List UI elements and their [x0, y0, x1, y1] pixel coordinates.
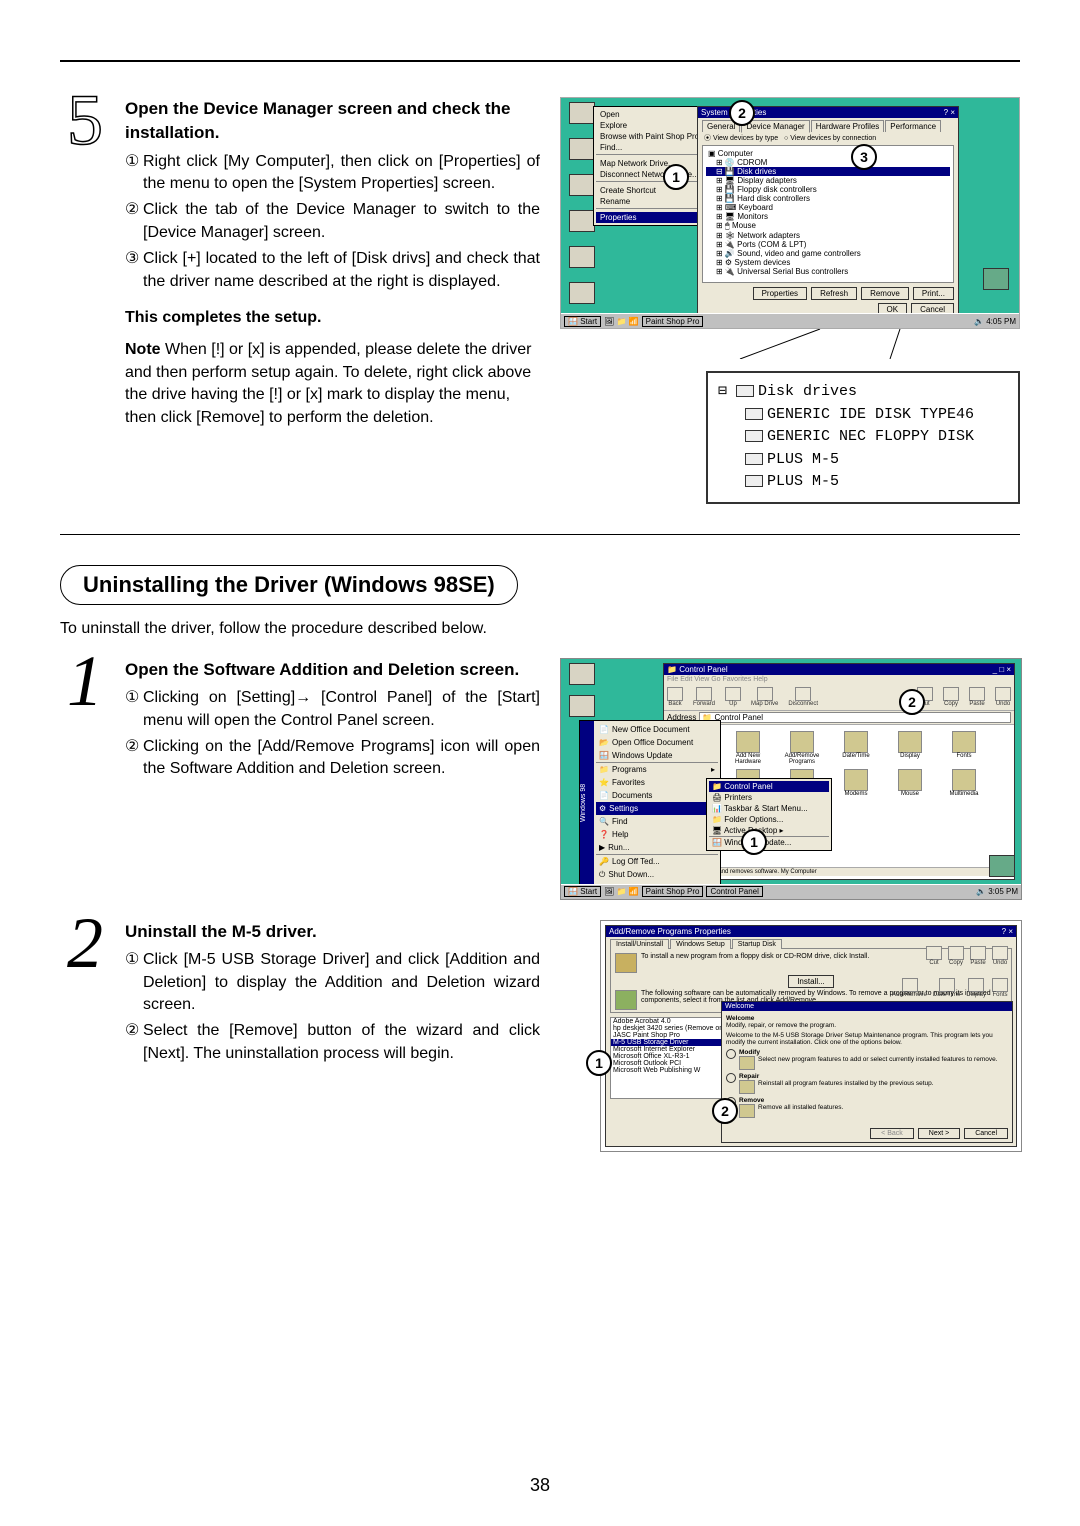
ctx-shortcut[interactable]: Create Shortcut: [596, 185, 703, 196]
badge-cp1: 1: [741, 829, 767, 855]
radio-repair[interactable]: [726, 1073, 736, 1083]
badge-3: 3: [851, 144, 877, 170]
badge-arp1: 1: [586, 1050, 612, 1076]
ctx-rename[interactable]: Rename: [596, 196, 703, 207]
u2-title: Uninstall the M-5 driver.: [125, 920, 540, 944]
btn-refresh[interactable]: Refresh: [811, 287, 857, 300]
step5-section: 5 Open the Device Manager screen and che…: [60, 97, 1020, 504]
close-icon[interactable]: ? ×: [944, 108, 955, 117]
step5-sub3: Click [+] located to the left of [Disk d…: [143, 248, 540, 293]
context-menu[interactable]: Open Explore Browse with Paint Shop Pro …: [593, 106, 706, 226]
ctx-properties[interactable]: Properties: [596, 212, 703, 223]
u2-sub2: Select the [Remove] button of the wizard…: [143, 1020, 540, 1065]
circ-2b: ②: [125, 736, 143, 781]
start-button[interactable]: 🪟 Start: [564, 316, 601, 327]
circ-1b: ①: [125, 687, 143, 732]
btn-remove[interactable]: Remove: [861, 287, 909, 300]
radio-modify[interactable]: [726, 1049, 736, 1059]
address-field[interactable]: 📁 Control Panel: [699, 712, 1011, 723]
tab-startup[interactable]: Startup Disk: [732, 939, 782, 949]
clock-2: 🔊 3:05 PM: [976, 887, 1018, 896]
taskbar-app[interactable]: Paint Shop Pro: [642, 316, 704, 327]
radio-view-type[interactable]: View devices by type: [713, 135, 778, 142]
ctx-explore[interactable]: Explore: [596, 120, 703, 131]
settings-submenu[interactable]: 📁 Control Panel 🖨 Printers 📊 Taskbar & S…: [706, 778, 832, 851]
u1-sub2: Clicking on the [Add/Remove Programs] ic…: [143, 736, 540, 781]
tab-device-manager[interactable]: Device Manager: [741, 120, 809, 133]
screenshot-add-remove: Add/Remove Programs Properties? × Instal…: [600, 920, 1022, 1152]
wizard-back-button: < Back: [870, 1128, 914, 1139]
u2-number: 2: [60, 915, 110, 1065]
ctx-browse[interactable]: Browse with Paint Shop Pro: [596, 131, 703, 142]
btn-properties[interactable]: Properties: [753, 287, 807, 300]
cp-menubar[interactable]: File Edit View Go Favorites Help: [664, 675, 1014, 684]
step5-sub1: Right click [My Computer], then click on…: [143, 151, 540, 196]
close-icon[interactable]: _ □ ×: [993, 665, 1011, 674]
wizard-next-button[interactable]: Next >: [918, 1128, 960, 1139]
screenshot-device-manager: Open Explore Browse with Paint Shop Pro …: [560, 97, 1020, 329]
uninstall-step2: 2 Uninstall the M-5 driver. ①Click [M-5 …: [60, 920, 1020, 1152]
install-button[interactable]: Install...: [788, 975, 834, 988]
tab-hw-profiles[interactable]: Hardware Profiles: [811, 120, 885, 132]
clock: 🔊 4:05 PM: [974, 317, 1016, 326]
taskbar[interactable]: 🪟 Start 🖼 📁 📶 Paint Shop Pro 🔊 4:05 PM: [561, 313, 1019, 328]
ctx-open[interactable]: Open: [596, 109, 703, 120]
taskbar-2[interactable]: 🪟 Start 🖼 📁 📶 Paint Shop Pro Control Pan…: [561, 884, 1021, 899]
uninstall-heading: Uninstalling the Driver (Windows 98SE): [60, 565, 518, 605]
circ-1: ①: [125, 151, 143, 196]
close-icon[interactable]: ? ×: [1002, 927, 1013, 936]
wizard-cancel-button[interactable]: Cancel: [964, 1128, 1008, 1139]
circ-1c: ①: [125, 949, 143, 1016]
ctx-find[interactable]: Find...: [596, 142, 703, 153]
mid-rule: [60, 534, 1020, 535]
badge-1: 1: [663, 164, 689, 190]
device-manager-dialog: System Properties? × GeneralDevice Manag…: [697, 106, 959, 318]
badge-cp2: 2: [899, 689, 925, 715]
uninstall-step1: 1 Open the Software Addition and Deletio…: [60, 658, 1020, 900]
circ-2: ②: [125, 199, 143, 244]
page-number: 38: [0, 1475, 1080, 1496]
top-rule: [60, 60, 1020, 62]
tab-performance[interactable]: Performance: [885, 120, 941, 132]
dm-tree[interactable]: ▣ Computer ⊞ 💿 CDROM ⊟ 💾 Disk drives ⊞ 🖥…: [702, 145, 954, 283]
tab-winsetup[interactable]: Windows Setup: [670, 939, 731, 949]
uninstall-intro: To uninstall the driver, follow the proc…: [60, 620, 1020, 638]
badge-arp2: 2: [712, 1098, 738, 1124]
circ-2c: ②: [125, 1020, 143, 1065]
start-menu[interactable]: Windows 98 📄New Office Document 📂Open Of…: [579, 720, 721, 885]
wizard-dialog: Welcome Welcome Modify, repair, or remov…: [721, 1001, 1013, 1143]
ctx-map[interactable]: Map Network Drive...: [596, 158, 703, 169]
u1-number: 1: [60, 653, 110, 780]
radio-view-conn[interactable]: View devices by connection: [790, 135, 876, 142]
tab-install[interactable]: Install/Uninstall: [610, 939, 669, 949]
screenshot-control-panel: 📁 Control Panel _ □ × File Edit View Go F…: [560, 658, 1022, 900]
step5-sub2: Click the tab of the Device Manager to s…: [143, 199, 540, 244]
step5-note: Note When [!] or [x] is appended, please…: [125, 339, 540, 429]
circ-3: ③: [125, 248, 143, 293]
step5-title: Open the Device Manager screen and check…: [125, 97, 540, 145]
step5-number: 5: [60, 92, 110, 424]
connector-lines: [560, 329, 1020, 359]
start-button-2[interactable]: 🪟 Start: [564, 886, 601, 897]
u1-title: Open the Software Addition and Deletion …: [125, 658, 540, 682]
u2-sub1: Click [M-5 USB Storage Driver] and click…: [143, 949, 540, 1016]
badge-2: 2: [729, 100, 755, 126]
cp-toolbar[interactable]: Back Forward Up Map Drive Disconnect Cut…: [664, 684, 1014, 711]
step5-complete: This completes the setup.: [125, 307, 540, 329]
btn-print[interactable]: Print...: [913, 287, 954, 300]
disk-tree-detail: ⊟ Disk drives GENERIC IDE DISK TYPE46 GE…: [706, 371, 1020, 504]
u1-sub1: Clicking on [Setting]→ [Control Panel] o…: [143, 687, 540, 732]
